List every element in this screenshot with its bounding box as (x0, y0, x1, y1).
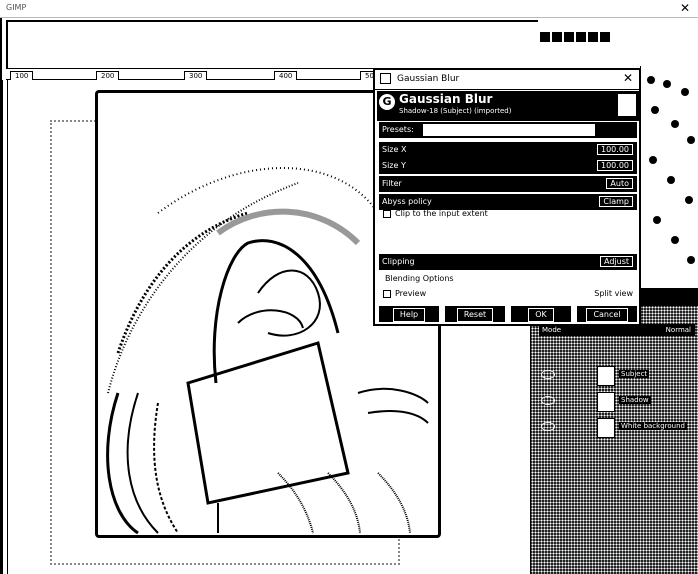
presets-label: Presets: (382, 125, 414, 134)
image-window-frame (6, 20, 538, 72)
help-button-label: Help (392, 308, 426, 322)
brush-swatch[interactable] (663, 80, 671, 88)
filter-row[interactable]: Filter Auto (379, 176, 637, 192)
presets-select[interactable] (423, 124, 595, 136)
layer-row[interactable]: Shadow (531, 390, 698, 414)
tool-options-icons (540, 32, 640, 48)
size-y-value[interactable]: 100.00 (597, 160, 633, 171)
layers-panel[interactable]: Mode Normal Subject Shadow White backgro… (530, 288, 698, 574)
clip-checkbox-label: Clip to the input extent (395, 209, 488, 218)
brush-swatch[interactable] (687, 136, 695, 144)
brush-swatch[interactable] (651, 106, 659, 114)
preview-label: Preview (395, 289, 427, 298)
window-titlebar: GIMP ✕ (0, 0, 698, 18)
ok-button[interactable]: OK (511, 306, 571, 322)
eye-icon[interactable] (541, 396, 555, 405)
cancel-button-label: Cancel (586, 308, 628, 322)
brush-swatch[interactable] (671, 120, 679, 128)
tool-icon[interactable] (552, 32, 562, 42)
clipping-select[interactable]: Adjust (599, 256, 633, 267)
dialog-header-title: Gaussian Blur (399, 92, 493, 106)
abyss-policy-label: Abyss policy (382, 197, 432, 206)
tool-icon[interactable] (576, 32, 586, 42)
brush-swatch[interactable] (681, 88, 689, 96)
brush-swatch[interactable] (685, 196, 693, 204)
layer-row[interactable]: White background (531, 416, 698, 440)
clipping-row[interactable]: Clipping Adjust (379, 254, 637, 270)
brush-swatch[interactable] (671, 236, 679, 244)
layer-name: Shadow (619, 396, 651, 404)
tool-icon[interactable] (600, 32, 610, 42)
tool-icon[interactable] (540, 32, 550, 42)
size-x-row[interactable]: Size X 100.00 (379, 142, 637, 158)
horizontal-ruler[interactable]: 100 200 300 400 500 (6, 68, 384, 81)
clipping-label: Clipping (382, 257, 415, 266)
window-title: GIMP (6, 3, 27, 12)
window-close-icon[interactable]: ✕ (680, 1, 690, 15)
reset-button[interactable]: Reset (445, 306, 505, 322)
size-y-row[interactable]: Size Y 100.00 (379, 158, 637, 174)
ok-button-label: OK (528, 308, 554, 322)
tool-icon[interactable] (588, 32, 598, 42)
layer-mode-label: Mode (542, 326, 562, 334)
brush-swatch[interactable] (667, 176, 675, 184)
filter-select[interactable]: Auto (606, 178, 633, 189)
presets-row[interactable]: Presets: (379, 122, 637, 138)
preview-checkbox[interactable] (383, 290, 391, 298)
layer-name: White background (619, 422, 687, 430)
gegl-icon: G (379, 94, 395, 110)
layer-thumbnail (597, 366, 615, 386)
dialog-titlebar[interactable]: Gaussian Blur ✕ (375, 70, 639, 90)
brush-swatch[interactable] (647, 76, 655, 84)
clip-checkbox[interactable] (383, 210, 391, 218)
eye-icon[interactable] (541, 422, 555, 431)
dialog-header-subtitle: Shadow-18 (Subject) (imported) (399, 107, 512, 115)
brush-swatch[interactable] (649, 156, 657, 164)
brush-swatch[interactable] (687, 256, 695, 264)
cancel-button[interactable]: Cancel (577, 306, 637, 322)
abyss-policy-row[interactable]: Abyss policy Clamp (379, 194, 637, 210)
layer-name: Subject (619, 370, 650, 378)
size-y-label: Size Y (382, 161, 406, 170)
abyss-policy-select[interactable]: Clamp (599, 196, 633, 207)
brushes-panel[interactable] (640, 66, 698, 288)
brush-swatch[interactable] (653, 216, 661, 224)
size-x-value[interactable]: 100.00 (597, 144, 633, 155)
help-button[interactable]: Help (379, 306, 439, 322)
layer-thumbnail (597, 418, 615, 438)
layer-thumbnail (597, 392, 615, 412)
gaussian-blur-dialog[interactable]: Gaussian Blur ✕ G Gaussian Blur Shadow-1… (373, 68, 641, 326)
size-x-label: Size X (382, 145, 407, 154)
dialog-title: Gaussian Blur (397, 74, 460, 84)
layer-row[interactable]: Subject (531, 364, 698, 388)
eye-icon[interactable] (541, 370, 555, 379)
dialog-close-icon[interactable]: ✕ (623, 71, 633, 85)
tool-icon[interactable] (564, 32, 574, 42)
filter-label: Filter (382, 179, 402, 188)
layer-mode-value[interactable]: Normal (666, 326, 691, 334)
split-view-checkbox[interactable]: Split view (594, 289, 633, 298)
layer-preview-thumbnail (618, 94, 636, 116)
blending-options-toggle[interactable]: Blending Options (385, 274, 454, 283)
vertical-ruler[interactable] (2, 80, 8, 574)
reset-button-label: Reset (456, 308, 494, 322)
dialog-header: G Gaussian Blur Shadow-18 (Subject) (imp… (377, 91, 639, 121)
dialog-app-icon (380, 73, 391, 84)
